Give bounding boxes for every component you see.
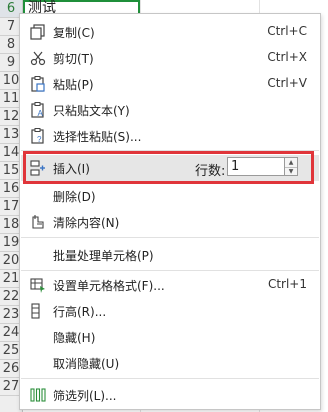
- paste-text-icon: A: [29, 101, 47, 119]
- menu-item-label: 选择性粘贴(S)...: [53, 130, 142, 144]
- filter-column-icon: [29, 386, 47, 404]
- menu-separator: [21, 150, 319, 151]
- menu-item-clear-contents[interactable]: 清除内容(N): [21, 209, 319, 235]
- menu-item-paste[interactable]: 粘贴(P) Ctrl+V: [21, 71, 319, 97]
- svg-text:A: A: [38, 109, 44, 118]
- menu-item-format-cells[interactable]: 设置单元格格式(F)... Ctrl+1: [21, 272, 319, 298]
- clipboard-icon: [29, 75, 47, 93]
- menu-item-label: 只粘贴文本(Y): [53, 104, 130, 118]
- menu-item-label: 插入(I): [53, 162, 90, 176]
- shortcut-text: Ctrl+C: [267, 24, 307, 38]
- menu-separator: [21, 237, 319, 238]
- menu-item-cut[interactable]: 剪切(T) Ctrl+X: [21, 45, 319, 71]
- menu-item-delete[interactable]: 删除(D): [21, 183, 319, 209]
- menu-item-insert[interactable]: 插入(I) 行数: 1 ▲ ▼: [21, 155, 319, 181]
- menu-item-label: 删除(D): [53, 190, 96, 204]
- copy-icon: [29, 23, 47, 41]
- menu-item-label: 批量处理单元格(P): [53, 249, 154, 263]
- context-menu: 复制(C) Ctrl+C 剪切(T) Ctrl+X 粘贴(P) Ctrl+V A…: [19, 13, 321, 410]
- menu-item-paste-special[interactable]: ? 选择性粘贴(S)...: [21, 123, 319, 149]
- menu-item-label: 粘贴(P): [53, 78, 94, 92]
- menu-item-label: 设置单元格格式(F)...: [53, 279, 165, 293]
- menu-separator: [21, 378, 319, 379]
- menu-item-label: 清除内容(N): [53, 216, 120, 230]
- menu-item-paste-text-only[interactable]: A 只粘贴文本(Y): [21, 97, 319, 123]
- spin-down-icon[interactable]: ▼: [285, 167, 297, 176]
- menu-item-unhide[interactable]: 取消隐藏(U): [21, 350, 319, 376]
- menu-item-copy[interactable]: 复制(C) Ctrl+C: [21, 19, 319, 45]
- row-height-icon: [29, 302, 47, 320]
- menu-item-label: 剪切(T): [53, 52, 94, 66]
- paste-special-icon: ?: [29, 127, 47, 145]
- eraser-icon: [29, 213, 47, 231]
- rows-count-input[interactable]: 1: [227, 157, 285, 176]
- svg-text:?: ?: [37, 135, 42, 144]
- menu-item-label: 行高(R)...: [53, 305, 107, 319]
- rows-count-spinner[interactable]: ▲ ▼: [285, 157, 298, 176]
- rows-count-label: 行数:: [195, 164, 226, 179]
- menu-item-hide[interactable]: 隐藏(H): [21, 324, 319, 350]
- shortcut-text: Ctrl+X: [267, 50, 307, 64]
- menu-item-label: 取消隐藏(U): [53, 357, 120, 371]
- menu-item-label: 筛选列(L)...: [53, 389, 117, 403]
- menu-item-label: 隐藏(H): [53, 331, 96, 345]
- scissors-icon: [29, 49, 47, 67]
- insert-rows-icon: [29, 159, 47, 177]
- shortcut-text: Ctrl+1: [267, 277, 307, 291]
- shortcut-text: Ctrl+V: [267, 76, 307, 90]
- menu-item-row-height[interactable]: 行高(R)...: [21, 298, 319, 324]
- menu-item-batch-process[interactable]: 批量处理单元格(P): [21, 242, 319, 268]
- format-cells-icon: [29, 276, 47, 294]
- menu-item-label: 复制(C): [53, 26, 95, 40]
- menu-item-filter-column[interactable]: 筛选列(L)...: [21, 382, 319, 408]
- menu-separator: [21, 270, 319, 271]
